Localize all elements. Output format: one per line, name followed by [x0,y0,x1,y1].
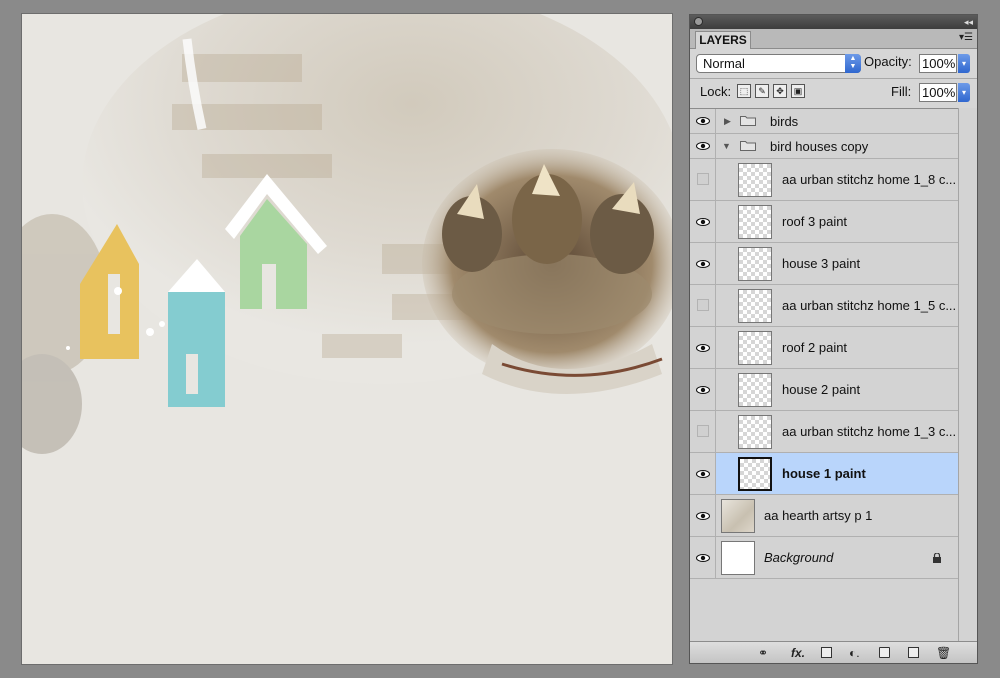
lock-row: Lock: ⬚ ✎ ✥ ▣ Fill: 100% ▾ [690,79,977,105]
layer-row-house-3-paint[interactable]: house 3 paint [690,243,958,285]
layer-row-hearth-artsy[interactable]: aa hearth artsy p 1 [690,495,958,537]
lock-position-icon[interactable]: ✥ [773,84,787,98]
layer-name: roof 3 paint [782,214,848,229]
fill-input[interactable]: 100% [919,83,957,102]
layer-row-roof-2-paint[interactable]: roof 2 paint [690,327,958,369]
opacity-dropdown-icon[interactable]: ▾ [958,54,970,73]
collapse-triangle-icon[interactable]: ▼ [722,141,731,151]
layer-row-bird-houses-copy[interactable]: ▼ bird houses copy [690,134,958,159]
lock-all-icon[interactable]: ▣ [791,84,805,98]
visibility-cell [690,243,716,284]
hidden-eye-box[interactable] [697,299,709,311]
document-canvas[interactable] [22,14,672,664]
layer-name: roof 2 paint [782,340,848,355]
opacity-label: Opacity: [864,54,912,69]
visibility-cell [690,201,716,242]
eye-icon[interactable] [696,218,710,226]
layer-list-scrollbar[interactable] [958,108,977,642]
layer-thumbnail [738,163,772,197]
layer-row-background[interactable]: Background [690,537,958,579]
folder-icon [740,116,756,126]
layer-row-house-1-paint[interactable]: house 1 paint [690,453,958,495]
layer-name: house 1 paint [782,466,866,481]
blend-mode-value: Normal [703,56,745,71]
layer-thumbnail [721,541,755,575]
layer-name: aa urban stitchz home 1_8 c... [782,172,957,187]
tab-layers[interactable]: LAYERS [695,31,751,49]
collapse-icon[interactable]: ◂◂ [964,15,973,29]
fill-label: Fill: [891,84,912,99]
layer-thumbnail [738,205,772,239]
lock-label: Lock: [700,84,732,99]
layers-bottom-toolbar: ⚭ fx. ◐. 🗑 [690,641,977,663]
layer-list[interactable]: ▶ birds ▼ bird houses copy aa urban stit… [690,108,977,642]
layer-thumbnail [738,247,772,281]
panel-tab-row: LAYERS ▾☰ [690,29,977,49]
fill-dropdown-icon[interactable]: ▾ [958,83,970,102]
panel-title-bar[interactable]: ◂◂ [690,15,977,29]
lock-icon [933,553,941,563]
layer-row-birds[interactable]: ▶ birds [690,109,958,134]
layer-thumbnail [738,331,772,365]
layer-name: house 2 paint [782,382,861,397]
hidden-eye-box[interactable] [697,425,709,437]
visibility-cell [690,109,716,133]
expand-triangle-icon[interactable]: ▶ [724,116,731,127]
visibility-cell [690,411,716,452]
layer-row-urban-stitchz-1-3[interactable]: aa urban stitchz home 1_3 c... [690,411,958,453]
layer-row-urban-stitchz-1-8[interactable]: aa urban stitchz home 1_8 c... [690,159,958,201]
blend-mode-select[interactable]: Normal ▲ ▼ [696,54,861,73]
visibility-cell [690,134,716,158]
close-icon[interactable] [694,17,703,26]
layer-name: aa hearth artsy p 1 [764,508,873,523]
lock-image-icon[interactable]: ✎ [755,84,769,98]
new-group-icon[interactable] [879,647,890,658]
panel-menu-icon[interactable]: ▾☰ [959,32,973,43]
opacity-input[interactable]: 100% [919,54,957,73]
layer-name: birds [770,114,799,129]
trash-icon[interactable]: 🗑 [936,646,951,660]
eye-icon[interactable] [696,142,710,150]
blend-row: Normal ▲ ▼ Opacity: 100% ▾ [690,50,977,76]
eye-icon[interactable] [696,512,710,520]
layer-thumbnail [721,499,755,533]
layer-thumbnail [738,289,772,323]
eye-icon[interactable] [696,554,710,562]
layer-thumbnail [738,373,772,407]
eye-icon[interactable] [696,260,710,268]
select-arrows-icon: ▲ ▼ [845,54,861,73]
layers-panel: ◂◂ LAYERS ▾☰ Normal ▲ ▼ Opacity: 100% ▾ L… [689,14,978,664]
layer-row-urban-stitchz-1-5[interactable]: aa urban stitchz home 1_5 c... [690,285,958,327]
visibility-cell [690,327,716,368]
layer-name: bird houses copy [770,139,869,154]
eye-icon[interactable] [696,344,710,352]
visibility-cell [690,159,716,200]
visibility-cell [690,285,716,326]
lock-transparent-icon[interactable]: ⬚ [737,84,751,98]
layer-name: Background [764,550,834,565]
layer-thumbnail [738,415,772,449]
eye-icon[interactable] [696,386,710,394]
layer-name: house 3 paint [782,256,861,271]
visibility-cell [690,537,716,578]
folder-icon [740,141,756,151]
layer-thumbnail [738,457,772,491]
visibility-cell [690,453,716,494]
visibility-cell [690,369,716,410]
hidden-eye-box[interactable] [697,173,709,185]
canvas-artwork [22,14,672,664]
eye-icon[interactable] [696,470,710,478]
layer-name: aa urban stitchz home 1_5 c... [782,298,957,313]
mask-icon[interactable] [821,647,832,658]
layer-row-roof-3-paint[interactable]: roof 3 paint [690,201,958,243]
visibility-cell [690,495,716,536]
eye-icon[interactable] [696,117,710,125]
new-layer-icon[interactable] [908,647,919,658]
fx-icon[interactable]: fx. [791,646,805,660]
adjustment-icon[interactable]: ◐. [849,646,860,660]
layer-name: aa urban stitchz home 1_3 c... [782,424,957,439]
link-icon[interactable]: ⚭ [758,646,768,660]
layer-row-house-2-paint[interactable]: house 2 paint [690,369,958,411]
